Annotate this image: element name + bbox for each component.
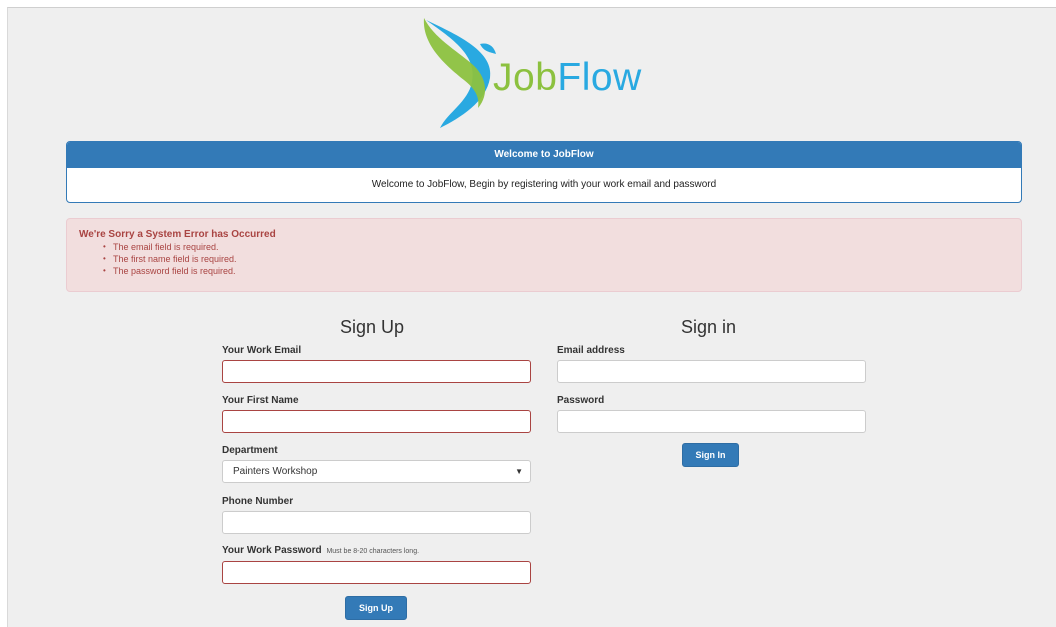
signin-title: Sign in <box>681 317 737 337</box>
welcome-panel: Welcome to JobFlow Welcome to JobFlow, B… <box>66 141 1022 203</box>
signup-title: Sign Up <box>340 317 405 337</box>
error-list: The email field is required. The first n… <box>79 241 1009 277</box>
signup-first-name-label: Your First Name <box>222 395 299 406</box>
signin-email-input[interactable] <box>557 360 866 383</box>
signup-password-input[interactable] <box>222 561 531 584</box>
signup-password-label: Your Work Password Must be 8-20 characte… <box>222 545 420 556</box>
welcome-panel-heading: Welcome to JobFlow <box>67 142 1021 168</box>
signin-password-input[interactable] <box>557 410 866 433</box>
welcome-panel-body: Welcome to JobFlow, Begin by registering… <box>371 179 717 190</box>
chevron-down-icon: ▼ <box>515 467 523 476</box>
sign-in-button[interactable]: Sign In <box>682 443 739 467</box>
signin-password-label: Password <box>557 395 605 406</box>
phone-input[interactable] <box>222 511 531 534</box>
jobflow-logo: JobFlow <box>420 14 690 134</box>
department-selected-value: Painters Workshop <box>233 466 318 477</box>
error-alert: We're Sorry a System Error has Occurred … <box>66 218 1022 292</box>
error-item: The password field is required. <box>103 265 1009 277</box>
department-select[interactable]: Painters Workshop ▼ <box>222 460 531 483</box>
error-item: The first name field is required. <box>103 253 1009 265</box>
page-background: JobFlow Welcome to JobFlow Welcome to Jo… <box>7 7 1056 627</box>
signin-email-label: Email address <box>557 345 625 356</box>
sign-up-button[interactable]: Sign Up <box>345 596 407 620</box>
signup-email-input[interactable] <box>222 360 531 383</box>
signup-email-label: Your Work Email <box>222 345 302 356</box>
signup-first-name-input[interactable] <box>222 410 531 433</box>
logo-wordmark: JobFlow <box>493 56 642 99</box>
password-hint: Must be 8-20 characters long. <box>326 548 420 555</box>
department-label: Department <box>222 445 278 456</box>
error-item: The email field is required. <box>103 241 1009 253</box>
error-alert-title: We're Sorry a System Error has Occurred <box>79 229 276 240</box>
phone-label: Phone Number <box>222 496 294 507</box>
